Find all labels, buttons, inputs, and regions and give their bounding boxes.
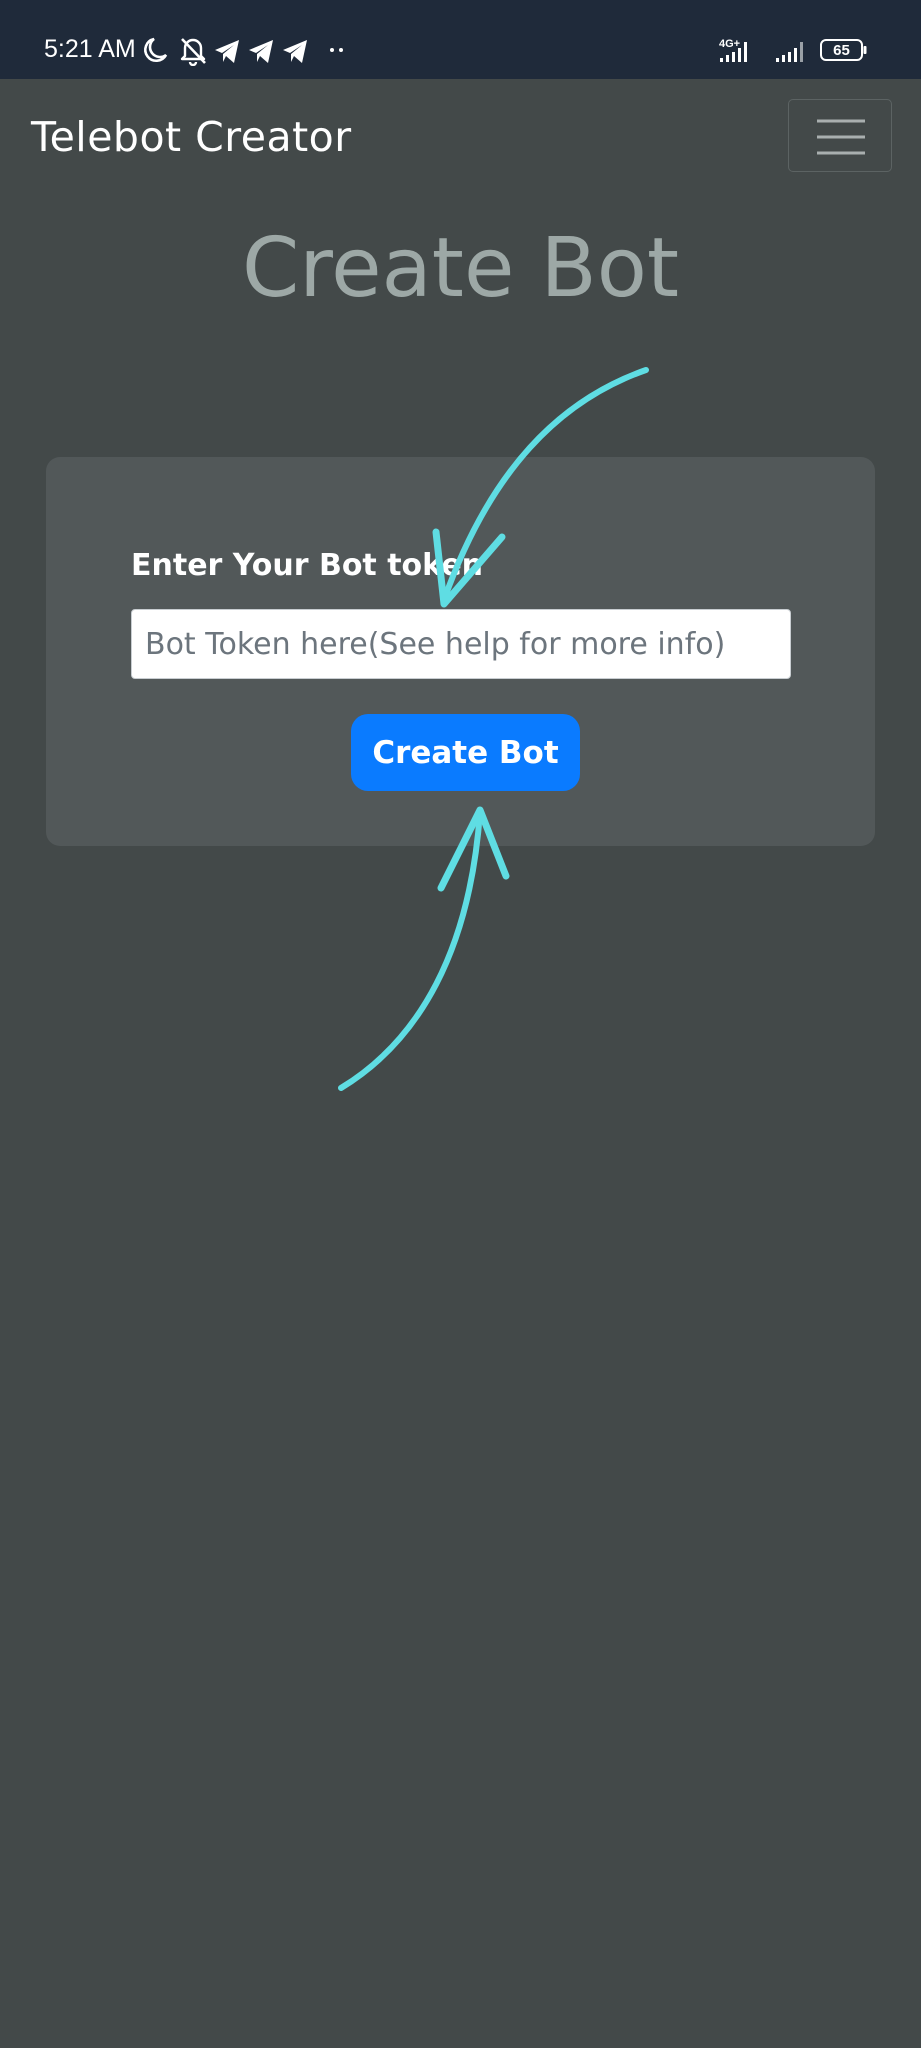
arrow-to-create-button-icon: [338, 806, 510, 1091]
telegram-icon: [249, 40, 273, 63]
status-right-icons: 4G+ 65: [719, 38, 867, 62]
bot-token-input[interactable]: [131, 609, 791, 679]
menu-toggle-button[interactable]: [788, 99, 892, 172]
status-left-icons: [144, 37, 343, 66]
moon-icon: [144, 37, 168, 63]
signal-4g-icon: 4G+: [719, 38, 747, 62]
create-bot-button[interactable]: Create Bot: [351, 714, 580, 791]
telegram-icon: [215, 40, 239, 63]
navbar-brand[interactable]: Telebot Creator: [31, 111, 352, 163]
signal-icon: [776, 42, 803, 62]
battery-icon: 65: [820, 39, 867, 61]
status-time: 5:21 AM: [44, 35, 136, 63]
token-label: Enter Your Bot token: [131, 548, 484, 583]
telegram-icon: [283, 40, 307, 63]
status-bar: 5:21 AM 4G+ 65: [0, 0, 921, 79]
more-dots-icon: [330, 48, 343, 52]
battery-level: 65: [833, 42, 850, 59]
hamburger-menu-icon: [817, 119, 865, 155]
svg-text:4G+: 4G+: [719, 38, 740, 50]
page-title: Create Bot: [241, 221, 680, 316]
bell-off-icon: [180, 38, 206, 66]
